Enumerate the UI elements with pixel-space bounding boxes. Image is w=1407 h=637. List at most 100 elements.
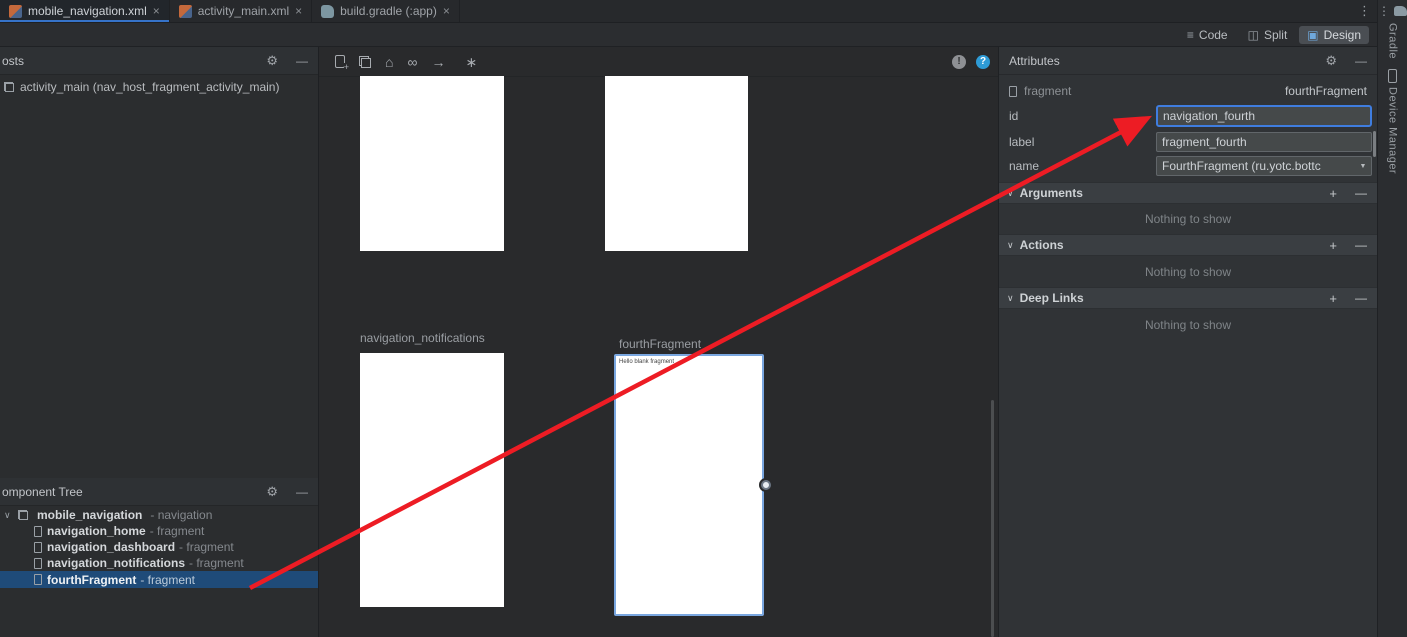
view-mode-split-button[interactable]: ◫ Split: [1240, 26, 1296, 44]
minimize-icon[interactable]: —: [1355, 54, 1367, 68]
component-tree: ∨ mobile_navigation - navigation navigat…: [0, 507, 318, 588]
attributes-panel-header: Attributes ⚙ —: [999, 47, 1377, 75]
nav-graph-icon: [4, 82, 14, 92]
more-options-icon[interactable]: ⋮: [1358, 3, 1377, 19]
section-header-actions[interactable]: ∨ Actions + —: [999, 234, 1377, 256]
attributes-panel: Attributes ⚙ — fragment fourthFragment i…: [998, 47, 1377, 637]
fragment-preview-text: Hello blank fragment: [616, 356, 762, 365]
section-title: Deep Links: [1020, 291, 1084, 305]
tab-mobile-navigation-xml[interactable]: mobile_navigation.xml ×: [0, 0, 170, 22]
fragment-preview-notifications[interactable]: [360, 353, 504, 607]
arrow-right-icon[interactable]: →: [431, 55, 445, 69]
section-title: Actions: [1020, 238, 1064, 252]
minimize-icon[interactable]: —: [296, 54, 308, 68]
close-icon[interactable]: ×: [443, 5, 450, 17]
right-tool-strip: ⋮ Gradle Device Manager: [1377, 0, 1407, 637]
fragment-preview-fourth-selected[interactable]: Hello blank fragment: [614, 354, 764, 616]
tree-item-mobile-navigation[interactable]: ∨ mobile_navigation - navigation: [0, 507, 318, 523]
section-title: Arguments: [1020, 186, 1083, 200]
connection-handle[interactable]: [761, 480, 771, 490]
tree-item-type: - navigation: [150, 508, 212, 522]
tab-label: activity_main.xml: [198, 4, 289, 18]
canvas-label-fourth-fragment[interactable]: fourthFragment: [619, 337, 701, 351]
deep-links-empty-text: Nothing to show: [999, 318, 1377, 332]
tree-item-navigation-notifications[interactable]: navigation_notifications - fragment: [0, 555, 318, 571]
tab-activity-main-xml[interactable]: activity_main.xml ×: [170, 0, 312, 22]
id-field-row: id: [999, 105, 1377, 127]
tree-item-type: - fragment: [140, 573, 195, 587]
component-type-label: fragment: [1024, 84, 1071, 98]
tree-item-type: - fragment: [179, 540, 234, 554]
view-mode-design-button[interactable]: ▣ Design: [1299, 26, 1369, 44]
view-mode-label: Design: [1324, 28, 1361, 42]
chevron-down-icon: ∨: [1007, 240, 1014, 251]
view-mode-label: Code: [1199, 28, 1228, 42]
fragment-preview-dashboard[interactable]: [605, 76, 748, 251]
tree-item-name: navigation_notifications: [47, 556, 185, 570]
section-header-arguments[interactable]: ∨ Arguments + —: [999, 182, 1377, 204]
canvas-scrollbar[interactable]: [991, 400, 994, 637]
arguments-empty-text: Nothing to show: [999, 212, 1377, 226]
hosts-panel-title: osts: [0, 54, 24, 68]
gradle-tool-button[interactable]: Gradle: [1387, 23, 1399, 59]
add-icon[interactable]: +: [1329, 291, 1337, 306]
home-icon[interactable]: ⌂: [385, 55, 393, 69]
design-icon: ▣: [1307, 28, 1318, 42]
gradle-icon[interactable]: [1394, 6, 1407, 16]
auto-arrange-icon[interactable]: ∗: [465, 55, 477, 69]
link-icon[interactable]: ∞: [407, 55, 417, 69]
remove-icon[interactable]: —: [1355, 291, 1367, 305]
tree-item-name: navigation_dashboard: [47, 540, 175, 554]
tree-item-name: fourthFragment: [47, 573, 136, 587]
design-canvas[interactable]: + ⌂ ∞ → ∗ ! ? navigation_notifications f…: [319, 47, 998, 637]
attributes-scrollbar[interactable]: [1373, 131, 1376, 157]
help-icon[interactable]: ?: [976, 55, 990, 69]
fragment-preview-home[interactable]: [360, 76, 504, 251]
add-icon[interactable]: +: [1329, 186, 1337, 201]
canvas-label-notifications[interactable]: navigation_notifications: [360, 331, 485, 345]
fragment-icon: [1009, 86, 1017, 97]
section-header-deep-links[interactable]: ∨ Deep Links + —: [999, 287, 1377, 309]
device-manager-tool-button[interactable]: Device Manager: [1387, 87, 1399, 174]
device-manager-icon[interactable]: [1388, 69, 1397, 83]
chevron-down-icon[interactable]: ∨: [4, 510, 14, 521]
gradle-file-icon: [321, 5, 334, 18]
minimize-icon[interactable]: —: [296, 485, 308, 499]
host-item-activity-main[interactable]: activity_main (nav_host_fragment_activit…: [4, 80, 279, 94]
hosts-panel-header: osts ⚙ —: [0, 47, 318, 75]
warning-icon[interactable]: !: [952, 55, 966, 69]
remove-icon[interactable]: —: [1355, 238, 1367, 252]
new-destination-icon[interactable]: +: [335, 55, 345, 68]
tree-item-navigation-home[interactable]: navigation_home - fragment: [0, 523, 318, 539]
tree-item-type: - fragment: [189, 556, 244, 570]
component-type-row: fragment fourthFragment: [999, 80, 1377, 102]
tab-label: build.gradle (:app): [340, 4, 437, 18]
plus-icon: +: [344, 63, 349, 72]
chevron-down-icon: ▼: [1355, 163, 1371, 170]
close-icon[interactable]: ×: [295, 5, 302, 17]
split-icon: ◫: [1248, 28, 1259, 42]
view-mode-code-button[interactable]: ≡ Code: [1179, 26, 1236, 44]
android-studio-window: { "window": { "tabs": [ { "label": "mobi…: [0, 0, 1407, 637]
gear-icon[interactable]: ⚙: [1325, 53, 1337, 69]
canvas-toolbar: + ⌂ ∞ → ∗ ! ?: [319, 47, 998, 77]
component-tree-title: omponent Tree: [0, 485, 83, 499]
tree-item-fourth-fragment[interactable]: fourthFragment - fragment: [0, 571, 318, 588]
nested-graph-icon[interactable]: [359, 56, 371, 68]
name-dropdown[interactable]: FourthFragment (ru.yotc.bottc ▼: [1156, 156, 1372, 176]
close-icon[interactable]: ×: [153, 5, 160, 17]
gear-icon[interactable]: ⚙: [266, 484, 278, 500]
label-input[interactable]: [1156, 132, 1372, 152]
gear-icon[interactable]: ⚙: [266, 53, 278, 69]
more-options-icon[interactable]: ⋮: [1378, 4, 1390, 18]
tab-build-gradle[interactable]: build.gradle (:app) ×: [312, 0, 460, 22]
tree-item-navigation-dashboard[interactable]: navigation_dashboard - fragment: [0, 539, 318, 555]
add-icon[interactable]: +: [1329, 238, 1337, 253]
host-item-label: activity_main (nav_host_fragment_activit…: [20, 80, 279, 94]
name-field-row: name FourthFragment (ru.yotc.bottc ▼: [999, 155, 1377, 177]
tree-item-type: - fragment: [150, 524, 205, 538]
remove-icon[interactable]: —: [1355, 186, 1367, 200]
fragment-icon: [34, 558, 42, 569]
left-panel: osts ⚙ — activity_main (nav_host_fragmen…: [0, 47, 319, 637]
id-input[interactable]: [1156, 105, 1372, 127]
